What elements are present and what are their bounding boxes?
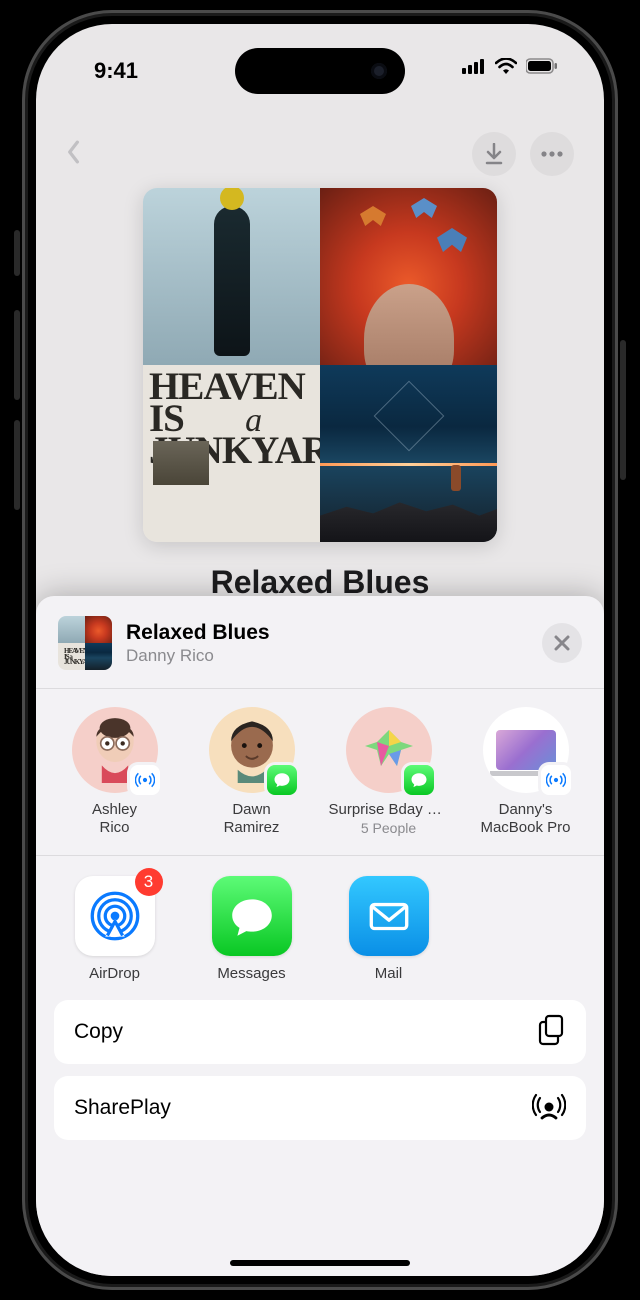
volume-down — [14, 420, 20, 510]
shareplay-icon — [532, 1092, 566, 1125]
share-app-placeholder — [457, 876, 594, 982]
album-art-1 — [143, 188, 320, 365]
more-button[interactable] — [530, 132, 574, 176]
action-shareplay[interactable]: SharePlay — [54, 1076, 586, 1140]
status-time: 9:41 — [94, 58, 138, 84]
macbook-icon — [496, 730, 556, 770]
share-contacts-row: Ashley Rico Dawn Ramirez — [36, 689, 604, 856]
messages-icon — [212, 876, 292, 956]
volume-up — [14, 310, 20, 400]
share-apps-row: 3 AirDrop Messages Mail — [36, 856, 604, 1000]
app-label: Mail — [375, 965, 403, 982]
share-contact-dawn[interactable]: Dawn Ramirez — [183, 707, 320, 837]
back-button[interactable] — [66, 140, 80, 169]
app-label: AirDrop — [89, 965, 140, 982]
action-label: SharePlay — [74, 1096, 171, 1120]
share-sheet: HEAVENIS aJUNKYARD Relaxed Blues Danny R… — [36, 596, 604, 1276]
cellular-icon — [462, 58, 486, 79]
album-art-2 — [320, 188, 497, 365]
messages-icon — [404, 765, 434, 795]
playlist-artwork: HEAVENIS aJUNKYARD — [143, 188, 497, 542]
action-copy[interactable]: Copy — [54, 1000, 586, 1064]
share-item-thumbnail: HEAVENIS aJUNKYARD — [58, 616, 112, 670]
battery-icon — [526, 58, 558, 79]
dynamic-island — [235, 48, 405, 94]
contact-name: Dawn Ramirez — [224, 801, 280, 837]
status-icons — [462, 58, 558, 79]
phone-frame: 9:41 — [22, 10, 618, 1290]
contact-subtitle: 5 People — [361, 820, 416, 836]
share-actions: Copy SharePlay — [36, 1000, 604, 1146]
app-label: Messages — [217, 965, 285, 982]
contact-name: Surprise Bday P… — [329, 801, 449, 819]
close-button[interactable] — [542, 623, 582, 663]
share-app-airdrop[interactable]: 3 AirDrop — [46, 876, 183, 982]
mail-icon — [349, 876, 429, 956]
contact-name: Ashley Rico — [92, 801, 137, 837]
wifi-icon — [495, 58, 517, 79]
side-button — [620, 340, 626, 480]
download-button[interactable] — [472, 132, 516, 176]
share-app-mail[interactable]: Mail — [320, 876, 457, 982]
notification-badge: 3 — [135, 868, 163, 896]
share-header: HEAVENIS aJUNKYARD Relaxed Blues Danny R… — [36, 596, 604, 689]
share-item-title: Relaxed Blues — [126, 621, 542, 645]
contact-name: Danny's MacBook Pro — [480, 801, 570, 837]
share-contact-group[interactable]: Surprise Bday P… 5 People — [320, 707, 457, 837]
airdrop-icon: 3 — [75, 876, 155, 956]
album-art-3: HEAVENIS aJUNKYARD — [143, 365, 320, 542]
volume-switch — [14, 230, 20, 276]
share-contact-ashley[interactable]: Ashley Rico — [46, 707, 183, 837]
messages-icon — [267, 765, 297, 795]
share-app-messages[interactable]: Messages — [183, 876, 320, 982]
album-art-4 — [320, 365, 497, 542]
airdrop-icon — [541, 765, 571, 795]
share-item-subtitle: Danny Rico — [126, 646, 542, 666]
copy-icon — [538, 1014, 566, 1051]
action-label: Copy — [74, 1020, 123, 1044]
share-contact-macbook[interactable]: Danny's MacBook Pro — [457, 707, 594, 837]
screen: 9:41 — [36, 24, 604, 1276]
home-indicator[interactable] — [230, 1260, 410, 1266]
airdrop-icon — [130, 765, 160, 795]
